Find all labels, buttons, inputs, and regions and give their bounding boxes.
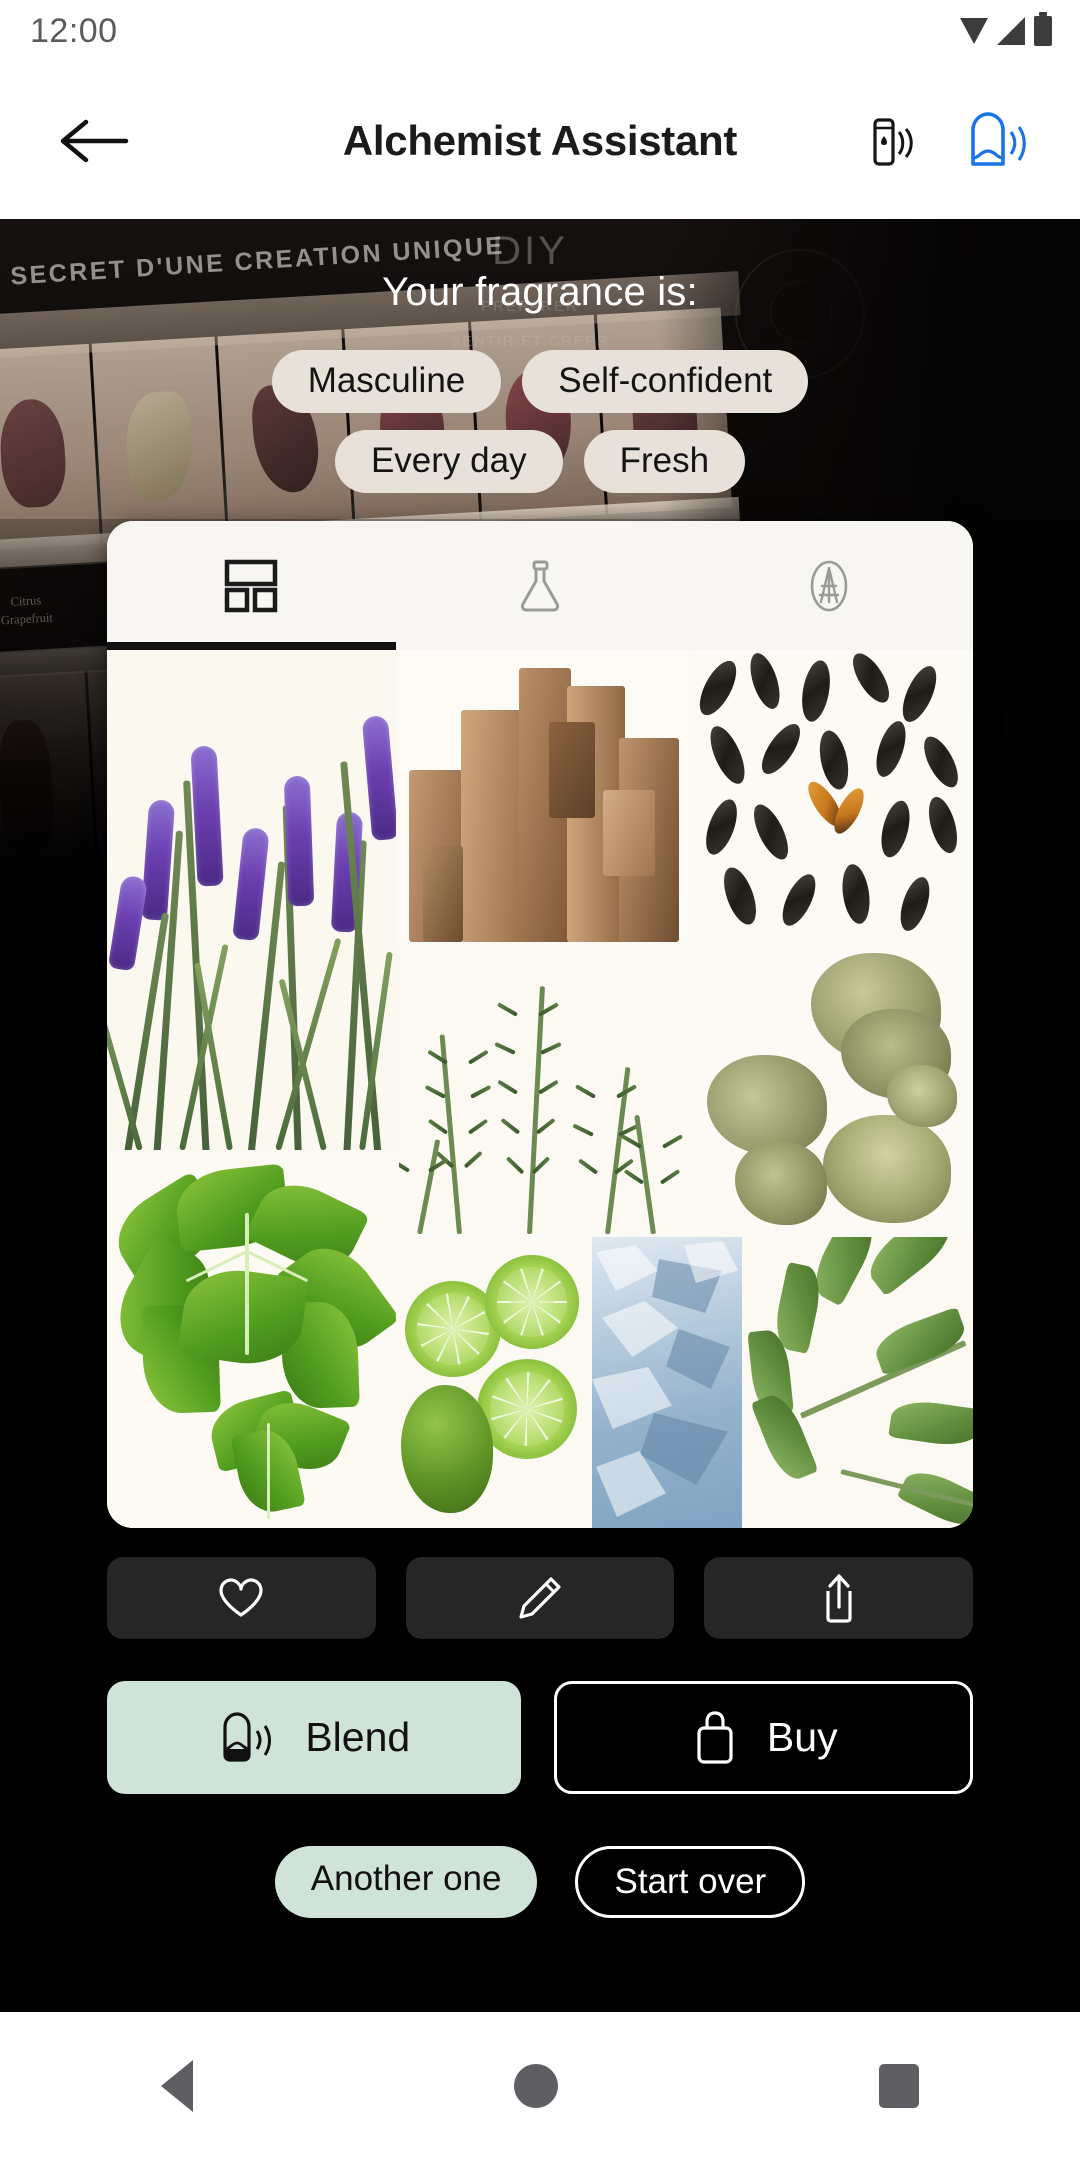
status-bar: 12:00 bbox=[0, 0, 1080, 62]
quick-actions-row bbox=[107, 1557, 974, 1639]
ingredient-image-sage[interactable] bbox=[745, 1237, 973, 1528]
flask-icon bbox=[520, 560, 560, 611]
trait-chip[interactable]: Fresh bbox=[583, 430, 746, 493]
diffuser-device-button[interactable] bbox=[962, 103, 1038, 179]
nav-home-icon[interactable] bbox=[513, 2064, 558, 2108]
ingredient-image-oakmoss[interactable] bbox=[691, 945, 973, 1234]
tab-mood-board[interactable] bbox=[107, 521, 396, 650]
ingredient-image-lavender[interactable] bbox=[107, 650, 396, 1150]
trait-chips-row-2: Every day Fresh bbox=[0, 430, 1080, 493]
background-diy-title: DIY bbox=[492, 229, 568, 273]
phone-screen: 12:00 Alchemist Assistant SECRET D'UNE C… bbox=[0, 0, 1080, 2160]
tab-paris[interactable] bbox=[684, 521, 973, 650]
ingredient-image-cedarwood[interactable] bbox=[399, 650, 688, 942]
ingredient-image-rosemary[interactable] bbox=[399, 945, 688, 1234]
tab-formula[interactable] bbox=[396, 521, 685, 650]
edit-button[interactable] bbox=[405, 1557, 675, 1639]
status-icons bbox=[960, 12, 1052, 46]
primary-actions-row: Blend Buy bbox=[107, 1681, 973, 1794]
nav-recents-icon[interactable] bbox=[879, 2064, 920, 2108]
favorite-button[interactable] bbox=[107, 1557, 376, 1639]
heart-icon bbox=[219, 1578, 263, 1617]
shopping-bag-icon bbox=[697, 1710, 733, 1764]
active-tab-indicator bbox=[107, 642, 396, 650]
ingredient-image-geranium[interactable] bbox=[107, 1153, 396, 1528]
result-headline: Your fragrance is: bbox=[382, 270, 698, 314]
suggestion-pills-row: Another one Start over bbox=[0, 1846, 1080, 1918]
app-bar-actions bbox=[856, 103, 1038, 179]
another-one-button[interactable]: Another one bbox=[274, 1846, 538, 1918]
fragrance-result-card bbox=[107, 521, 973, 1528]
card-tab-bar bbox=[107, 521, 973, 650]
blend-label: Blend bbox=[305, 1714, 411, 1760]
share-button[interactable] bbox=[704, 1557, 974, 1639]
buy-button[interactable]: Buy bbox=[553, 1681, 973, 1794]
ingredient-image-grid bbox=[107, 650, 973, 1528]
trait-chip[interactable]: Every day bbox=[334, 430, 563, 493]
ingredient-image-bergamot[interactable] bbox=[399, 1237, 589, 1528]
scent-stick-device-button[interactable] bbox=[856, 103, 932, 179]
android-nav-bar bbox=[0, 2012, 1080, 2160]
pencil-icon bbox=[519, 1577, 561, 1619]
buy-label: Buy bbox=[766, 1714, 838, 1760]
app-bar: Alchemist Assistant bbox=[0, 62, 1080, 219]
share-icon bbox=[826, 1574, 852, 1623]
scent-stick-device-icon bbox=[873, 117, 913, 166]
grid-layout-icon bbox=[225, 559, 278, 612]
diffuser-device-icon bbox=[971, 111, 1026, 166]
eiffel-tower-icon bbox=[810, 560, 847, 611]
ingredient-image-ice-accord[interactable] bbox=[592, 1237, 742, 1528]
trait-chips-row-1: Masculine Self-confident bbox=[0, 350, 1080, 413]
diffuser-device-icon bbox=[223, 1711, 272, 1762]
blend-button[interactable]: Blend bbox=[107, 1681, 521, 1794]
start-over-button[interactable]: Start over bbox=[575, 1846, 806, 1918]
nav-back-icon[interactable] bbox=[160, 2060, 193, 2112]
signal-icon bbox=[997, 17, 1025, 45]
battery-icon bbox=[1034, 12, 1052, 46]
status-time: 12:00 bbox=[30, 11, 118, 50]
trait-chip[interactable]: Self-confident bbox=[522, 350, 809, 413]
wifi-icon bbox=[960, 18, 988, 44]
ingredient-image-tonka-bean[interactable] bbox=[691, 650, 973, 942]
trait-chip[interactable]: Masculine bbox=[271, 350, 502, 413]
